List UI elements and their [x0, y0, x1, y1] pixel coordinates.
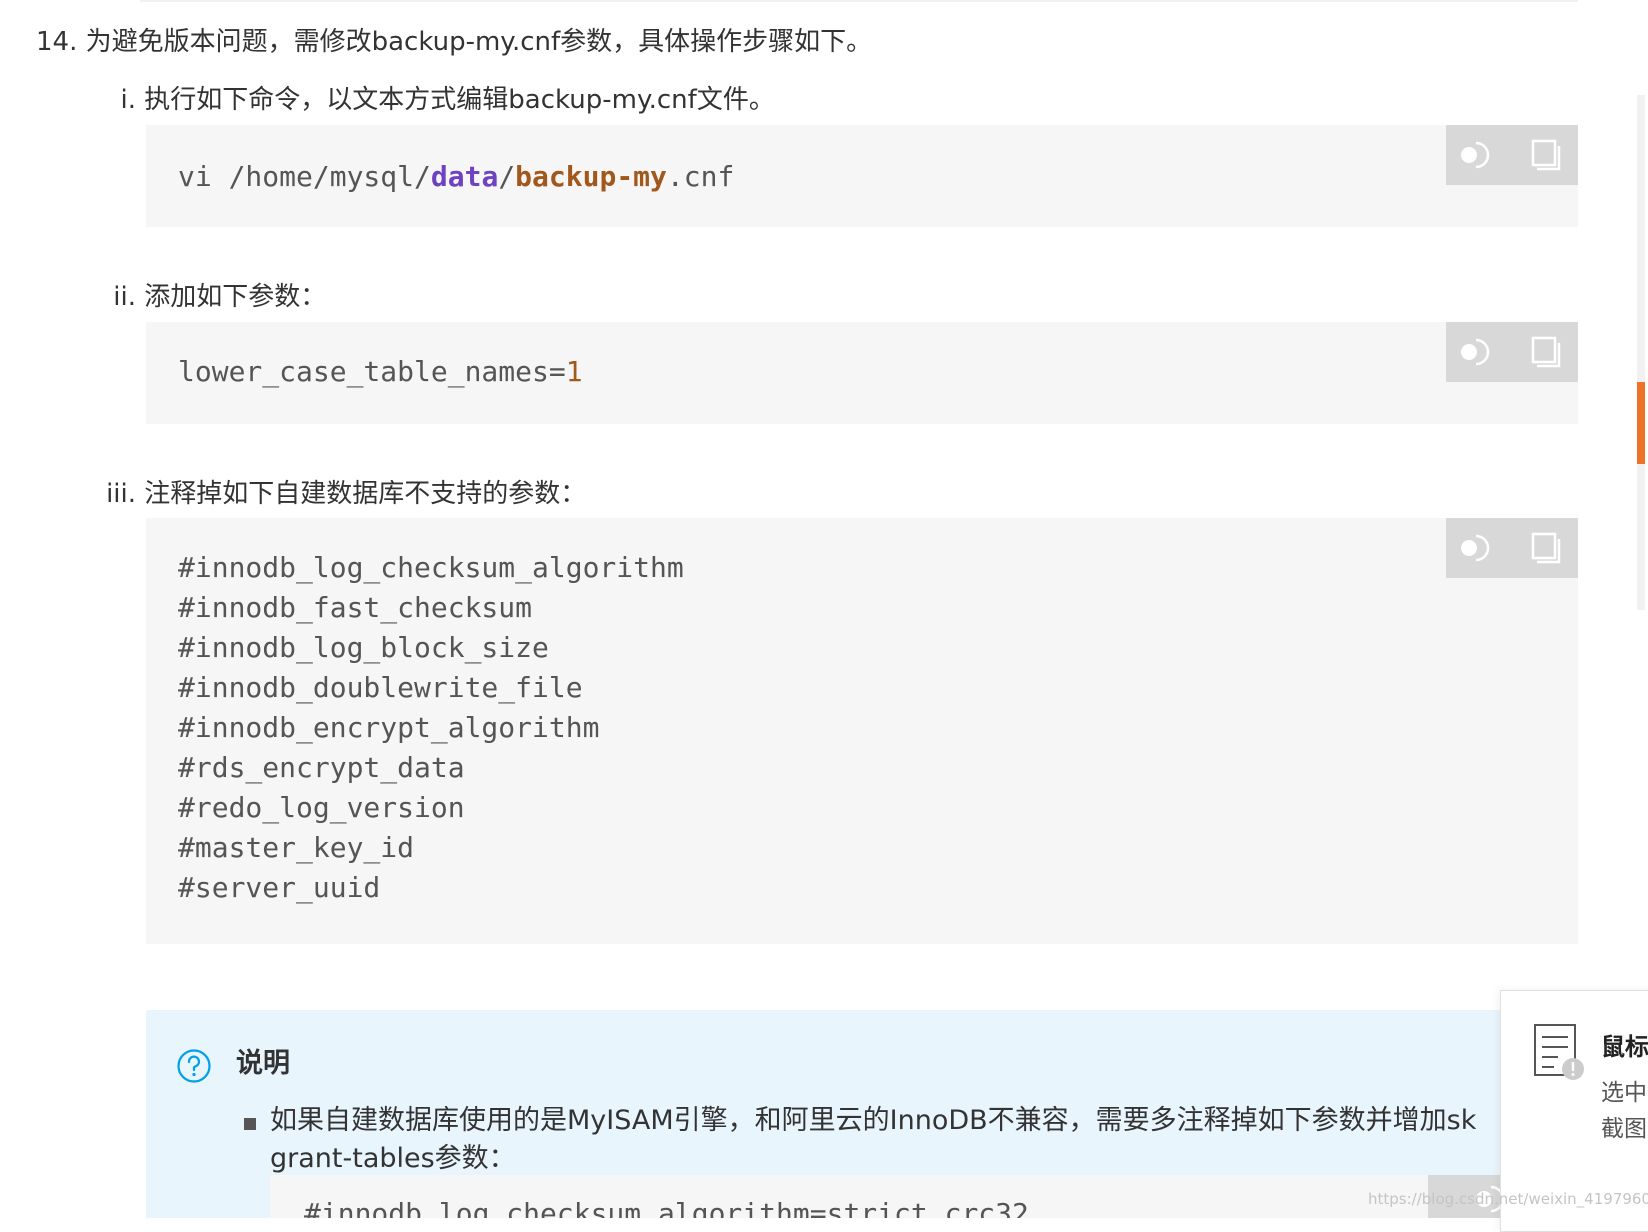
substep-marker: iii. [106, 479, 136, 509]
theme-toggle-button[interactable] [1459, 135, 1499, 175]
substep-marker: ii. [113, 282, 136, 312]
note-bullet-text: 如果自建数据库使用的是MyISAM引擎，和阿里云的InnoDB不兼容，需要多注释… [270, 1105, 1477, 1174]
copy-button[interactable] [1525, 135, 1565, 175]
copy-button[interactable] [1525, 528, 1565, 568]
copy-button[interactable] [1525, 332, 1565, 372]
code-line: #innodb_doublewrite_file [178, 671, 583, 704]
code-line: #innodb_log_checksum_algorithm [178, 551, 684, 584]
top-divider [140, 0, 1578, 2]
code-line: #innodb_log_block_size [178, 631, 549, 664]
scrollbar-thumb[interactable] [1637, 382, 1645, 464]
copy-icon [1531, 336, 1561, 368]
copy-icon [1531, 532, 1561, 564]
theme-toggle-icon [1461, 338, 1490, 366]
code-toolbar [1446, 518, 1578, 578]
code-line: #server_uuid [178, 871, 381, 904]
bullet-marker [244, 1118, 256, 1130]
theme-toggle-icon [1461, 141, 1490, 169]
code-line: vi /home/mysql/data/backup-my.cnf [178, 160, 735, 193]
question-circle-icon [177, 1049, 211, 1083]
code-toolbar [1446, 125, 1578, 185]
step-heading: 14. 为避免版本问题，需修改backup-my.cnf参数，具体操作步骤如下。 [36, 22, 872, 62]
note-callout: 说明 如果自建数据库使用的是MyISAM引擎，和阿里云的InnoDB不兼容，需要… [146, 1010, 1578, 1218]
substep-ii: ii. 添加如下参数： [104, 277, 326, 317]
theme-toggle-icon [1461, 534, 1490, 562]
theme-toggle-button[interactable] [1459, 528, 1499, 568]
code-line: #rds_encrypt_data [178, 751, 465, 784]
card-text: 选中 截图 [1601, 1080, 1647, 1142]
step-text: 为避免版本问题，需修改backup-my.cnf参数，具体操作步骤如下。 [85, 27, 873, 57]
substep-text: 注释掉如下自建数据库不支持的参数： [144, 479, 587, 509]
code-block-unsupported-params[interactable]: #innodb_log_checksum_algorithm #innodb_f… [146, 518, 1578, 944]
note-code-block[interactable]: #innodb_log_checksum_algorithm=strict_cr… [270, 1175, 1560, 1218]
substep-text: 添加如下参数： [144, 282, 327, 312]
substep-text: 执行如下命令，以文本方式编辑backup-my.cnf文件。 [144, 85, 775, 115]
code-block-add-param[interactable]: lower_case_table_names=1 [146, 322, 1578, 424]
code-line: lower_case_table_names=1 [178, 355, 583, 388]
code-toolbar [1446, 322, 1578, 382]
code-line: #innodb_fast_checksum [178, 591, 533, 624]
substep-i: i. 执行如下命令，以文本方式编辑backup-my.cnf文件。 [104, 80, 775, 120]
scrollbar-track[interactable] [1637, 95, 1645, 610]
copy-icon [1531, 139, 1561, 171]
code-line: #innodb_log_checksum_algorithm=strict_cr… [304, 1197, 1029, 1218]
note-title: 说明 [236, 1048, 290, 1079]
document-alert-icon [1534, 1024, 1584, 1080]
card-title: 鼠标 [1601, 1033, 1648, 1061]
substep-iii: iii. 注释掉如下自建数据库不支持的参数： [104, 474, 586, 514]
theme-toggle-button[interactable] [1459, 332, 1499, 372]
code-line: #master_key_id [178, 831, 415, 864]
substep-marker: i. [120, 85, 137, 115]
watermark-text: https://blog.csdn.net/weixin_41979605 [1368, 1190, 1648, 1208]
code-line: #innodb_encrypt_algorithm [178, 711, 600, 744]
step-number: 14. [36, 27, 78, 57]
code-block-edit-command[interactable]: vi /home/mysql/data/backup-my.cnf [146, 125, 1578, 227]
code-line: #redo_log_version [178, 791, 465, 824]
